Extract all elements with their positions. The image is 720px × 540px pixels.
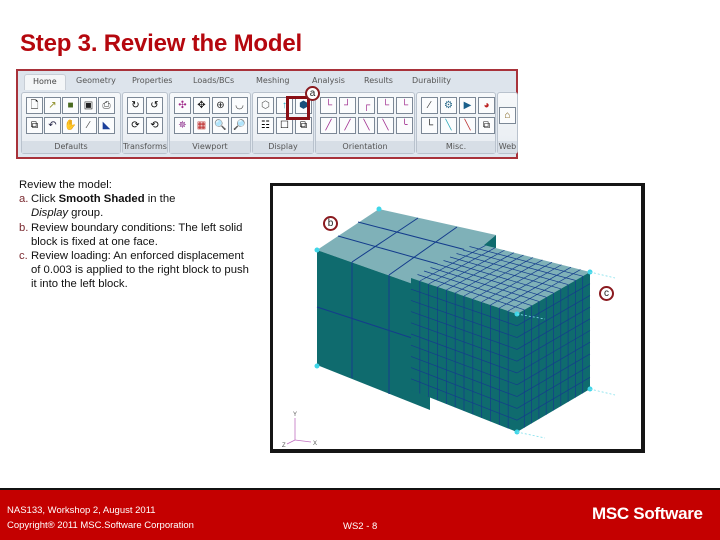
triad-z-label: Z — [282, 443, 286, 449]
callout-c: c — [599, 286, 614, 301]
coordinate-triad — [286, 418, 312, 445]
bc-marker — [376, 206, 382, 212]
bc-marker — [314, 363, 320, 369]
footer-copyright: Copyright® 2011 MSC.Software Corporation — [7, 520, 194, 531]
triad-x-label: X — [313, 441, 317, 447]
footer-course: NAS133, Workshop 2, August 2011 — [7, 505, 156, 516]
msc-software-logo: MSC Software — [592, 504, 703, 523]
page-number: WS2 - 8 — [343, 521, 378, 532]
callout-b: b — [323, 216, 338, 231]
triad-y-label: Y — [293, 412, 297, 418]
bc-marker — [314, 247, 320, 253]
model-graphics: Y Z X — [282, 206, 616, 449]
